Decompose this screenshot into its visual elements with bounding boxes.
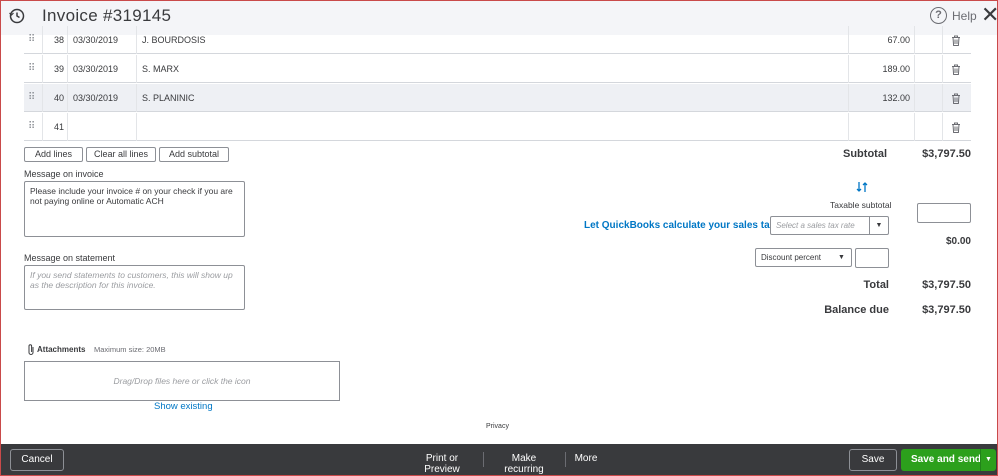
subtotal-value: $3,797.50: [922, 148, 971, 160]
sales-tax-rate-select[interactable]: Select a sales tax rate ▼: [770, 216, 889, 235]
taxable-subtotal-field[interactable]: [917, 203, 971, 223]
subtotal-label: Subtotal: [843, 148, 887, 160]
message-invoice-field[interactable]: Please include your invoice # on your ch…: [24, 181, 245, 237]
drag-handle-icon[interactable]: ⠿: [28, 113, 35, 141]
add-subtotal-button[interactable]: Add subtotal: [159, 147, 229, 162]
chevron-down-icon[interactable]: ▼: [980, 449, 996, 471]
footer-divider: [483, 452, 484, 467]
column-divider: [136, 26, 137, 54]
discount-value-field[interactable]: [855, 248, 889, 268]
help-icon[interactable]: ?: [930, 7, 947, 24]
drag-handle-icon[interactable]: ⠿: [28, 26, 35, 54]
close-icon[interactable]: ✕: [981, 4, 998, 26]
trash-icon[interactable]: [951, 84, 963, 112]
product-service[interactable]: S. MARX: [142, 55, 179, 83]
sort-arrows-icon[interactable]: [855, 180, 869, 194]
column-divider: [942, 55, 943, 83]
column-divider: [67, 84, 68, 112]
taxable-subtotal-label: Taxable subtotal: [830, 200, 892, 210]
column-divider: [42, 84, 43, 112]
attachments-label: Attachments: [37, 345, 86, 354]
footer-divider: [565, 452, 566, 467]
trash-icon[interactable]: [951, 26, 963, 54]
show-existing-link[interactable]: Show existing: [154, 401, 213, 412]
trash-icon[interactable]: [951, 113, 963, 141]
product-service[interactable]: J. BOURDOSIS: [142, 26, 206, 54]
cancel-button[interactable]: Cancel: [10, 449, 64, 471]
save-button[interactable]: Save: [849, 449, 897, 471]
table-row[interactable]: ⠿ 39 03/30/2019 S. MARX 189.00: [24, 55, 971, 83]
balance-due-value: $3,797.50: [922, 304, 971, 316]
discount-type-value: Discount percent: [761, 253, 822, 262]
row-number: 38: [53, 35, 64, 45]
message-invoice-label: Message on invoice: [24, 169, 104, 179]
column-divider: [914, 55, 915, 83]
column-divider: [942, 26, 943, 54]
column-divider: [42, 26, 43, 54]
table-row[interactable]: ⠿ 41: [24, 113, 971, 141]
column-divider: [67, 26, 68, 54]
footer-bar: Cancel Print or Preview Make recurring M…: [1, 444, 997, 475]
row-number: 41: [53, 122, 64, 132]
balance-due-label: Balance due: [824, 304, 889, 316]
chevron-down-icon[interactable]: ▼: [869, 217, 888, 234]
row-number: 39: [53, 64, 64, 74]
column-divider: [848, 113, 849, 141]
column-divider: [136, 84, 137, 112]
table-row[interactable]: ⠿ 38 03/30/2019 J. BOURDOSIS 67.00: [24, 26, 971, 54]
column-divider: [848, 26, 849, 54]
print-preview-button[interactable]: Print or Preview: [409, 453, 475, 475]
sales-tax-rate-placeholder: Select a sales tax rate: [776, 221, 855, 230]
recent-transactions-icon[interactable]: [8, 7, 26, 25]
service-date[interactable]: 03/30/2019: [73, 26, 118, 54]
column-divider: [136, 55, 137, 83]
drag-handle-icon[interactable]: ⠿: [28, 55, 35, 83]
line-amount[interactable]: 67.00: [850, 26, 910, 54]
drag-handle-icon[interactable]: ⠿: [28, 84, 35, 112]
column-divider: [67, 55, 68, 83]
message-statement-label: Message on statement: [24, 253, 116, 263]
add-lines-button[interactable]: Add lines: [24, 147, 83, 162]
column-divider: [914, 26, 915, 54]
service-date[interactable]: 03/30/2019: [73, 84, 118, 112]
more-button[interactable]: More: [573, 453, 599, 464]
paperclip-icon: [28, 344, 34, 355]
help-link[interactable]: Help: [952, 9, 977, 23]
row-number: 40: [53, 93, 64, 103]
line-amount[interactable]: [850, 113, 910, 141]
page-title: Invoice #319145: [42, 6, 172, 25]
product-service[interactable]: S. PLANINIC: [142, 84, 195, 112]
trash-icon[interactable]: [951, 55, 963, 83]
column-divider: [848, 55, 849, 83]
total-label: Total: [863, 279, 889, 291]
chevron-down-icon[interactable]: ▼: [832, 249, 851, 266]
total-value: $3,797.50: [922, 279, 971, 291]
make-recurring-button[interactable]: Make recurring: [491, 453, 557, 475]
column-divider: [942, 84, 943, 112]
table-row[interactable]: ⠿ 40 03/30/2019 S. PLANINIC 132.00: [24, 84, 971, 112]
column-divider: [914, 84, 915, 112]
column-divider: [914, 113, 915, 141]
column-divider: [848, 84, 849, 112]
column-divider: [67, 113, 68, 141]
column-divider: [942, 113, 943, 141]
privacy-link[interactable]: Privacy: [486, 423, 509, 430]
discount-type-select[interactable]: Discount percent ▼: [755, 248, 852, 267]
max-size-label: Maximum size: 20MB: [94, 345, 166, 354]
calculate-sales-tax-link[interactable]: Let QuickBooks calculate your sales tax: [584, 220, 775, 231]
column-divider: [42, 113, 43, 141]
save-and-send-button[interactable]: Save and send ▼: [901, 449, 996, 471]
message-statement-field[interactable]: If you send statements to customers, thi…: [24, 265, 245, 310]
column-divider: [42, 55, 43, 83]
sales-tax-value: $0.00: [945, 236, 971, 247]
save-and-send-label: Save and send: [911, 454, 982, 465]
service-date[interactable]: 03/30/2019: [73, 55, 118, 83]
line-amount[interactable]: 189.00: [850, 55, 910, 83]
clear-all-lines-button[interactable]: Clear all lines: [86, 147, 156, 162]
line-amount[interactable]: 132.00: [850, 84, 910, 112]
attachment-dropzone[interactable]: Drag/Drop files here or click the icon: [24, 361, 340, 401]
column-divider: [136, 113, 137, 141]
